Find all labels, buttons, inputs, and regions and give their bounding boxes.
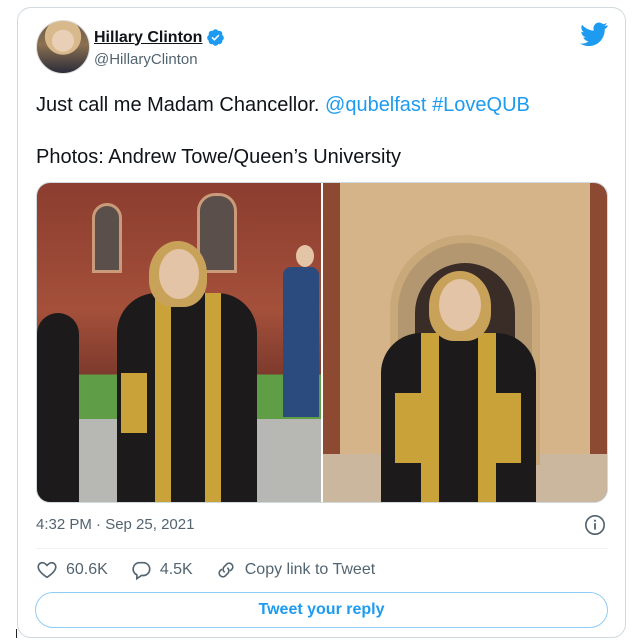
reply-action[interactable]: 4.5K <box>130 559 193 581</box>
tweet-text: Just call me Madam Chancellor. <box>36 94 320 116</box>
copy-link-label: Copy link to Tweet <box>244 561 376 578</box>
face <box>159 249 199 299</box>
author-name[interactable]: Hillary Clinton <box>94 29 202 47</box>
divider <box>36 548 608 549</box>
mention-link[interactable]: @qubelfast <box>325 94 426 116</box>
face <box>439 279 481 331</box>
robe-sleeve-trim <box>495 393 521 463</box>
robe-trim <box>421 333 439 502</box>
author-avatar[interactable] <box>36 20 90 74</box>
hashtag-link[interactable]: #LoveQUB <box>432 94 530 116</box>
text-cursor <box>16 629 17 638</box>
photo-right[interactable] <box>323 183 607 502</box>
building-window <box>92 203 122 273</box>
author-handle[interactable]: @HillaryClinton <box>94 51 198 68</box>
tweet-body: Just call me Madam Chancellor. @qubelfas… <box>36 93 530 117</box>
link-icon <box>218 562 234 578</box>
verified-badge-icon <box>207 29 225 46</box>
info-icon[interactable] <box>584 514 606 536</box>
robe-trim <box>155 293 171 502</box>
like-count: 60.6K <box>66 561 108 578</box>
robe-sleeve-trim <box>395 393 421 463</box>
reply-bubble-icon <box>132 561 151 581</box>
reply-count: 4.5K <box>159 561 193 578</box>
attendant-robe <box>37 313 79 502</box>
author-name-row: Hillary Clinton <box>94 28 225 47</box>
background-person-head <box>296 245 314 267</box>
background-person <box>283 267 319 417</box>
twitter-bird-icon[interactable] <box>580 22 608 46</box>
photo-credit: Photos: Andrew Towe/Queen’s University <box>36 146 402 168</box>
tweet-your-reply-button[interactable]: Tweet your reply <box>35 592 608 628</box>
tweet-timestamp[interactable]: 4:32 PM · Sep 25, 2021 <box>36 516 194 533</box>
heart-icon <box>37 561 57 579</box>
photo-left[interactable] <box>37 183 321 502</box>
tweet-actions: 60.6K 4.5K Copy link to Tweet <box>36 559 397 581</box>
copy-link-action[interactable]: Copy link to Tweet <box>215 559 375 581</box>
media-grid <box>36 182 608 503</box>
like-action[interactable]: 60.6K <box>36 559 108 581</box>
robe-trim <box>478 333 496 502</box>
robe-trim <box>205 293 221 502</box>
robe-sleeve-trim <box>121 373 147 433</box>
